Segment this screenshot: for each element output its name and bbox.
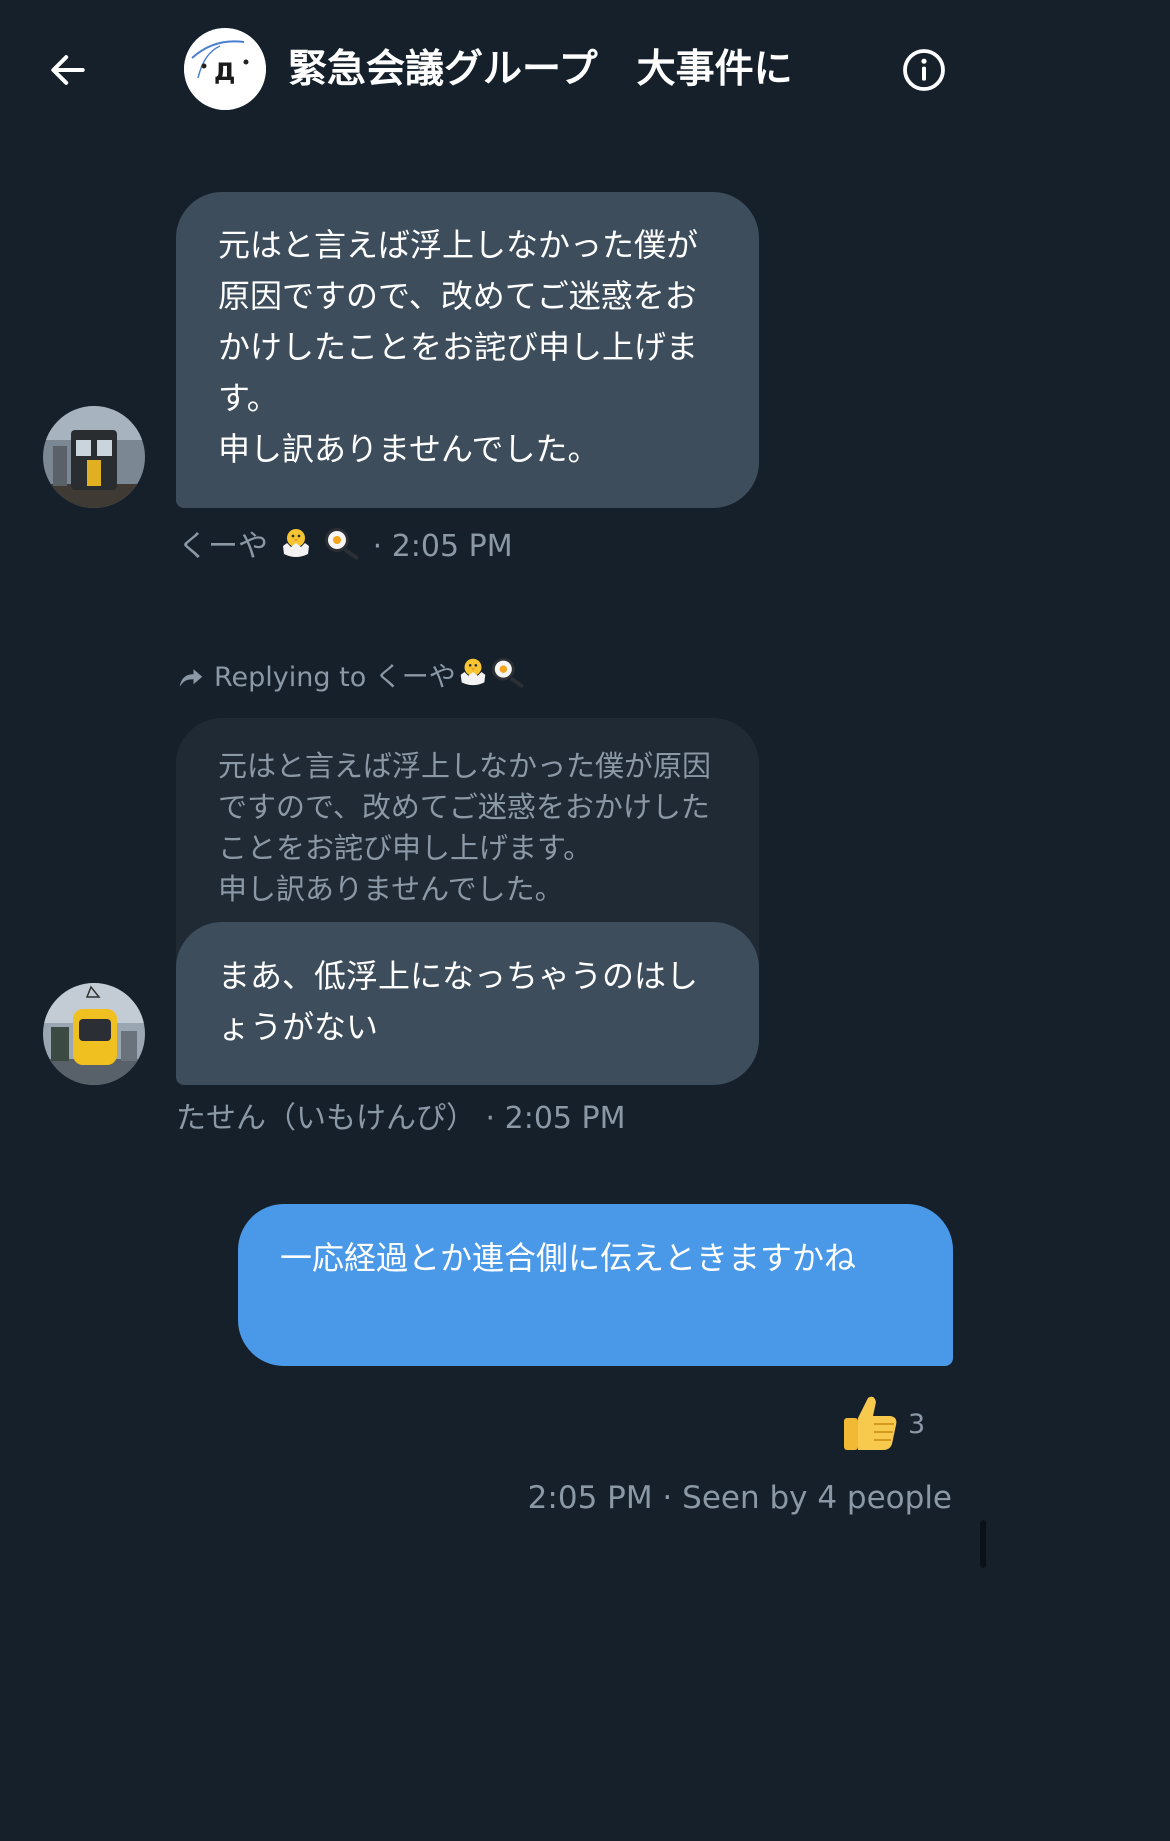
sender-avatar[interactable] — [43, 406, 145, 508]
back-button[interactable] — [38, 40, 98, 100]
message-bubble[interactable]: 一応経過とか連合側に伝えときますかね — [238, 1204, 953, 1366]
sender-name: くーや — [178, 529, 268, 564]
reply-label: Replying to くーや — [214, 662, 456, 693]
info-button[interactable] — [894, 40, 954, 100]
message-bubble[interactable]: 元はと言えば浮上しなかった僕が原因ですので、改めてご迷惑をおかけしたことをお詫び… — [176, 192, 759, 508]
frying-pan-egg-icon — [323, 524, 363, 571]
arrow-left-icon — [51, 55, 85, 85]
group-title[interactable]: 緊急会議グループ 大事件に — [288, 40, 848, 100]
seen-status: 2:05 PM · Seen by 4 people — [527, 1480, 952, 1516]
conversation-header: Д 緊急会議グループ 大事件に — [0, 0, 997, 140]
group-avatar[interactable]: Д — [184, 28, 266, 110]
frying-pan-egg-icon — [490, 654, 528, 702]
message-meta: たせん（いもけんぴ） · 2:05 PM — [176, 1099, 626, 1139]
reply-arrow-icon — [179, 669, 203, 687]
reaction-badge[interactable]: 3 — [838, 1390, 925, 1458]
message-time: · 2:05 PM — [485, 1101, 626, 1136]
sender-name: たせん（いもけんぴ） — [176, 1101, 476, 1136]
reaction-count: 3 — [908, 1408, 926, 1440]
reply-indicator[interactable]: Replying to くーや — [176, 656, 528, 700]
scrollbar[interactable] — [980, 1520, 986, 1568]
thumbs-up-icon — [838, 1390, 902, 1458]
message-meta: くーや · 2:05 PM — [178, 524, 513, 571]
hatching-chick-icon — [278, 524, 314, 571]
hatching-chick-icon — [456, 654, 490, 702]
info-circle-icon — [903, 49, 945, 91]
message-bubble[interactable]: まあ、低浮上になっちゃうのはしょうがない — [176, 922, 759, 1085]
svg-text:Д: Д — [214, 58, 235, 86]
message-time: · 2:05 PM — [372, 529, 513, 564]
sender-avatar[interactable] — [43, 983, 145, 1085]
